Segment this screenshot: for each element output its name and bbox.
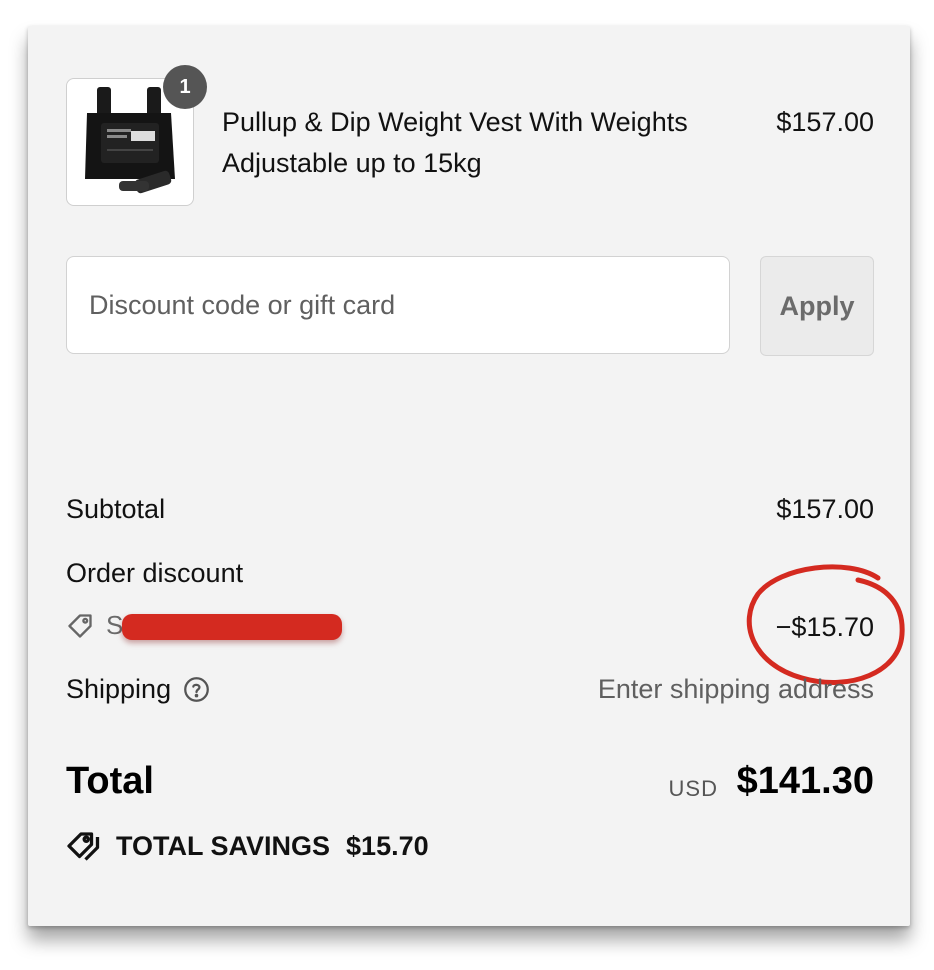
subtotal-label: Subtotal — [66, 494, 166, 524]
total-savings-row: TOTAL SAVINGS $15.70 — [66, 828, 429, 864]
discount-code-row: S — [66, 610, 123, 641]
product-thumbnail: 1 — [66, 65, 207, 206]
order-discount-label: Order discount — [66, 558, 244, 588]
discount-code-input[interactable] — [66, 256, 730, 354]
quantity-badge: 1 — [163, 65, 207, 109]
apply-button[interactable]: Apply — [760, 256, 874, 356]
subtotal-value: $157.00 — [776, 494, 874, 524]
shipping-value: Enter shipping address — [597, 674, 874, 704]
tag-icon — [68, 613, 92, 638]
currency-code: USD — [668, 776, 718, 801]
product-price: $157.00 — [776, 107, 874, 137]
total-savings-label: TOTAL SAVINGS — [116, 830, 331, 861]
savings-tag-icon — [67, 832, 100, 861]
total-label: Total — [66, 760, 154, 802]
shipping-label: Shipping — [66, 674, 172, 704]
product-name: Pullup & Dip Weight Vest With Weights Ad… — [222, 107, 688, 178]
discount-code-text: S — [106, 610, 124, 640]
total-savings-value: $15.70 — [346, 830, 429, 861]
shipping-label-row: Shipping — [66, 674, 210, 705]
order-summary-panel: 1 Pullup & Dip Weight Vest With Weights … — [28, 26, 910, 926]
redaction-mark — [122, 614, 342, 640]
help-icon[interactable] — [183, 676, 210, 703]
total-value: $141.30 — [736, 760, 874, 802]
discount-value: −$15.70 — [775, 612, 874, 642]
